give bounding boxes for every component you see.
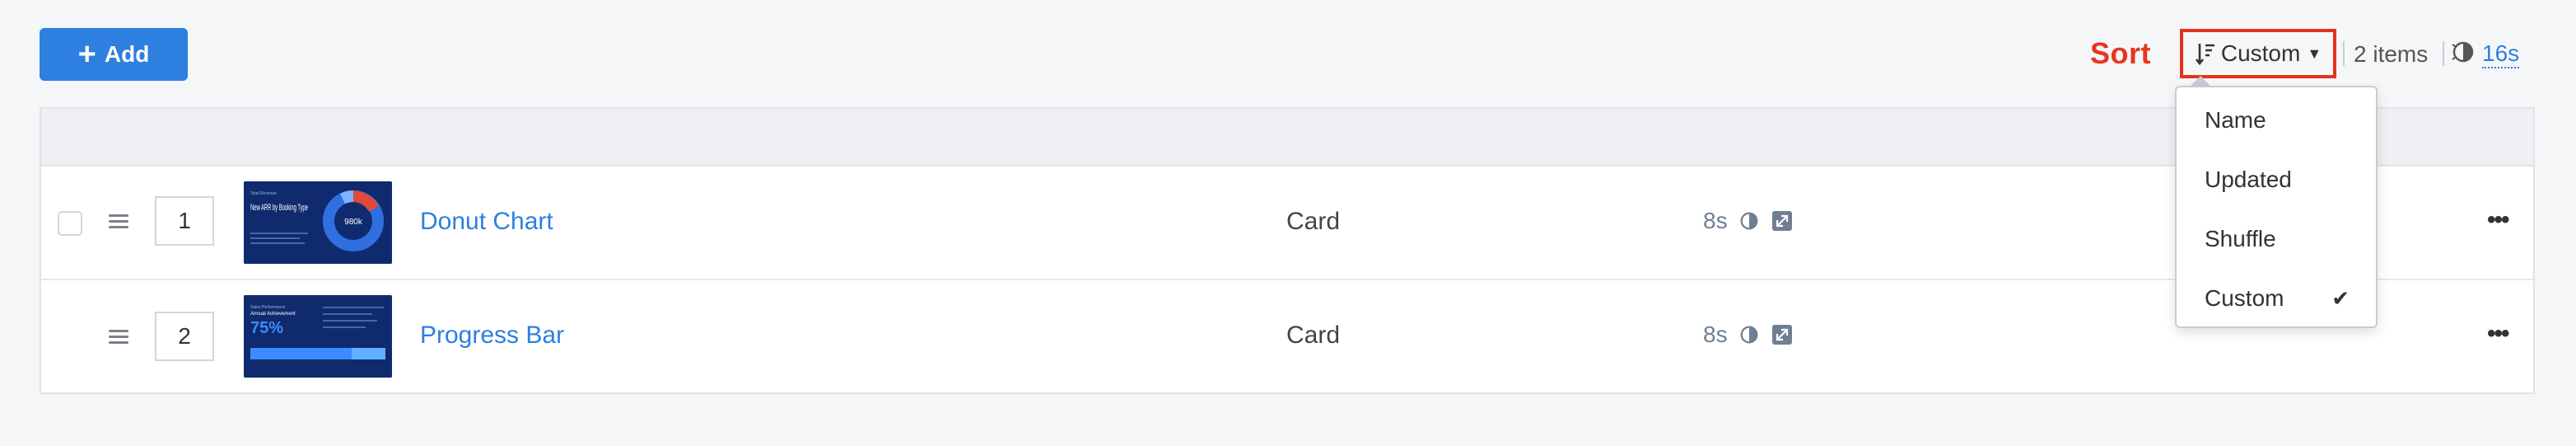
order-input[interactable]: 2 bbox=[155, 312, 214, 361]
expand-icon[interactable] bbox=[1771, 323, 1794, 346]
dropdown-caret bbox=[2191, 76, 2210, 86]
row-checkbox[interactable] bbox=[58, 211, 82, 236]
thumb-title: New ARR by Booking Type bbox=[250, 203, 308, 213]
sort-option-label: Updated bbox=[2205, 167, 2292, 192]
sort-option-updated[interactable]: Updated bbox=[2177, 150, 2376, 209]
duration-value: 8s bbox=[1703, 322, 1728, 347]
thumb-value: 75% bbox=[250, 319, 283, 337]
duration-value: 8s bbox=[1703, 208, 1728, 233]
caret-down-icon: ▼ bbox=[2307, 45, 2322, 62]
items-count: 2 items bbox=[2354, 41, 2429, 67]
add-button[interactable]: + Add bbox=[40, 28, 188, 81]
thumbnail-progress-bar: Sales Performance Annual Achievement 75% bbox=[244, 295, 392, 378]
item-duration: 8s bbox=[1703, 208, 1794, 234]
refresh-label: 16s bbox=[2482, 40, 2520, 68]
sort-dropdown-button[interactable]: Custom ▼ bbox=[2184, 33, 2332, 74]
item-name-link[interactable]: Donut Chart bbox=[420, 208, 553, 236]
sort-annotation: Sort bbox=[2090, 36, 2151, 70]
thumb-small-title: Total Revenue bbox=[250, 191, 277, 196]
sort-option-label: Custom bbox=[2205, 285, 2284, 311]
table-row: 1 Total Revenue New ARR by Booking Type … bbox=[41, 167, 2533, 280]
timer-icon[interactable] bbox=[1738, 323, 1761, 346]
check-icon: ✔ bbox=[2331, 285, 2350, 311]
table-header bbox=[41, 109, 2533, 167]
sort-dropdown-menu: Name Updated Shuffle Custom ✔ bbox=[2175, 86, 2378, 328]
more-icon[interactable]: ••• bbox=[2487, 206, 2509, 234]
more-icon[interactable]: ••• bbox=[2487, 320, 2509, 348]
sort-selected-label: Custom bbox=[2220, 40, 2301, 66]
expand-icon[interactable] bbox=[1771, 209, 1794, 232]
item-duration: 8s bbox=[1703, 322, 1794, 348]
item-type: Card bbox=[1286, 322, 1341, 349]
sort-icon bbox=[2195, 41, 2216, 66]
refresh-timer[interactable]: 16s bbox=[2451, 40, 2520, 70]
sort-option-custom[interactable]: Custom ✔ bbox=[2177, 269, 2376, 328]
thumb-center-value: 980k bbox=[344, 218, 363, 227]
order-input[interactable]: 1 bbox=[155, 196, 214, 246]
timer-icon bbox=[2451, 40, 2476, 70]
sort-option-name[interactable]: Name bbox=[2177, 91, 2376, 150]
drag-handle-icon[interactable] bbox=[109, 326, 128, 347]
item-type: Card bbox=[1286, 208, 1341, 235]
sort-option-label: Shuffle bbox=[2205, 226, 2276, 251]
timer-icon[interactable] bbox=[1738, 209, 1761, 232]
sort-option-shuffle[interactable]: Shuffle bbox=[2177, 209, 2376, 269]
thumb-small-title: Sales Performance bbox=[250, 305, 286, 310]
table-row: 2 Sales Performance Annual Achievement 7… bbox=[41, 280, 2533, 392]
sort-option-label: Name bbox=[2205, 107, 2266, 133]
plus-icon: + bbox=[77, 37, 96, 72]
add-button-label: Add bbox=[104, 41, 150, 67]
thumbnail-donut-chart: Total Revenue New ARR by Booking Type 98… bbox=[244, 181, 392, 264]
drag-handle-icon[interactable] bbox=[109, 211, 128, 232]
separator bbox=[2343, 41, 2345, 66]
item-name-link[interactable]: Progress Bar bbox=[420, 322, 564, 350]
separator bbox=[2443, 41, 2444, 66]
thumb-title: Annual Achievement bbox=[250, 312, 296, 317]
